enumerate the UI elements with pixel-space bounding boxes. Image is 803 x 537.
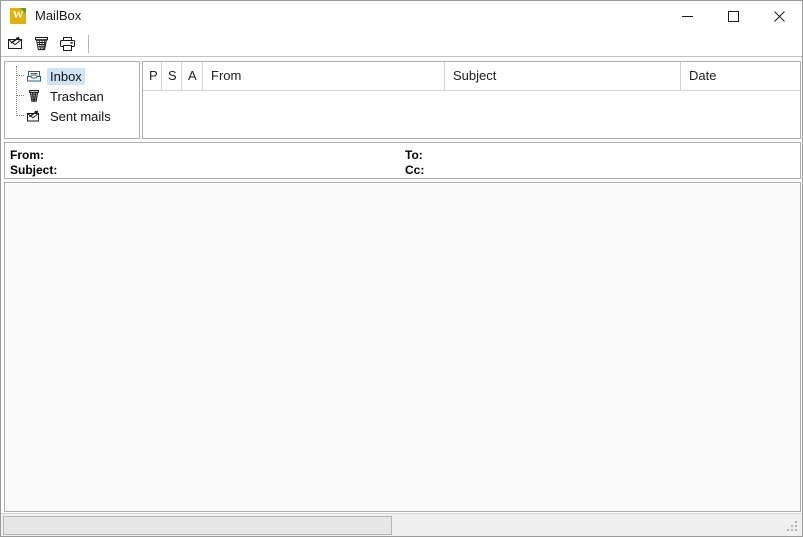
maximize-button[interactable] bbox=[710, 1, 756, 31]
title-bar: W MailBox bbox=[1, 1, 802, 31]
column-header-attachment[interactable]: A bbox=[182, 62, 203, 90]
window-title: MailBox bbox=[35, 8, 82, 23]
resize-grip[interactable] bbox=[787, 521, 799, 533]
toolbar-separator bbox=[88, 34, 89, 53]
folder-tree-panel: Inbox Trashcan Sent mails bbox=[4, 61, 140, 139]
toolbar bbox=[1, 31, 802, 57]
app-icon-corner bbox=[20, 8, 26, 14]
status-text bbox=[3, 516, 392, 535]
trashcan-icon bbox=[26, 88, 42, 104]
tree-branch-line bbox=[16, 95, 24, 97]
close-button[interactable] bbox=[756, 1, 802, 31]
sidebar-item-label: Inbox bbox=[47, 67, 85, 85]
column-header-subject[interactable]: Subject bbox=[445, 62, 681, 90]
trashcan-icon bbox=[35, 36, 48, 50]
folder-tree: Inbox Trashcan Sent mails bbox=[5, 62, 139, 126]
print-button[interactable] bbox=[56, 32, 80, 56]
inbox-tray-icon bbox=[26, 68, 42, 84]
new-mail-icon bbox=[8, 36, 22, 49]
mailbox-app-icon: W bbox=[10, 8, 26, 24]
message-list-body[interactable] bbox=[143, 91, 800, 138]
minimize-button[interactable] bbox=[664, 1, 710, 31]
new-mail-button[interactable] bbox=[4, 32, 28, 56]
mailbox-window: W MailBox Inbox Trashcan Sent mails P S … bbox=[0, 0, 803, 537]
message-list-header: P S A From Subject Date bbox=[143, 62, 800, 91]
sidebar-item-label: Sent mails bbox=[50, 108, 111, 124]
sidebar-item-trashcan[interactable]: Trashcan bbox=[5, 86, 139, 106]
column-header-priority[interactable]: P bbox=[143, 62, 162, 90]
sent-mail-icon bbox=[26, 108, 42, 124]
message-body-panel[interactable] bbox=[4, 182, 801, 512]
print-icon bbox=[60, 36, 75, 51]
column-header-date[interactable]: Date bbox=[681, 62, 800, 90]
delete-mail-button[interactable] bbox=[30, 32, 54, 56]
to-label: To: bbox=[405, 148, 423, 162]
sidebar-item-inbox[interactable]: Inbox bbox=[5, 66, 139, 86]
column-header-status[interactable]: S bbox=[162, 62, 182, 90]
sidebar-item-sent-mails[interactable]: Sent mails bbox=[5, 106, 139, 126]
maximize-icon bbox=[727, 10, 739, 22]
status-bar bbox=[1, 513, 802, 536]
tree-branch-line bbox=[16, 115, 24, 117]
subject-label: Subject: bbox=[10, 163, 58, 177]
message-headers-panel: From: Subject: To: Cc: bbox=[4, 142, 801, 179]
window-controls bbox=[664, 1, 802, 31]
column-header-from[interactable]: From bbox=[203, 62, 445, 90]
message-list-panel: P S A From Subject Date bbox=[142, 61, 801, 139]
tree-branch-line bbox=[16, 75, 24, 77]
cc-label: Cc: bbox=[405, 163, 425, 177]
from-label: From: bbox=[10, 148, 44, 162]
sidebar-item-label: Trashcan bbox=[50, 88, 104, 104]
minimize-icon bbox=[681, 15, 693, 17]
close-icon bbox=[773, 10, 785, 22]
